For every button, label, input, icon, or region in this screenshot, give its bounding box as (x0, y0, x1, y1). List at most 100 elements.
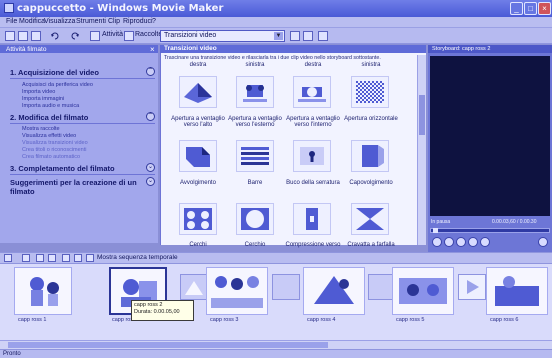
transition-label: Apertura orizzontale (344, 116, 398, 122)
chevron-up-icon[interactable]: ⌃ (146, 67, 155, 76)
split-clip-icon[interactable] (538, 237, 548, 247)
menu-riproduci[interactable]: Riproduci (123, 18, 153, 25)
task-link-import-images[interactable]: Importa immagini (22, 96, 64, 102)
transition-thumbnail[interactable] (351, 203, 389, 235)
chevron-down-icon[interactable]: ▼ (274, 32, 283, 40)
section-tips-title[interactable]: Suggerimenti per la creazione di un film… (10, 178, 158, 196)
next-frame-icon[interactable] (468, 237, 478, 247)
menu-help[interactable]: ? (152, 18, 156, 25)
collections-button[interactable]: Raccolte (135, 31, 162, 41)
toolbar: Attività Raccolte Transizioni video ▼ (0, 28, 552, 44)
content-scrollbar[interactable] (417, 55, 426, 245)
clip-tooltip: capp ross 2 Durata: 0.00.05,00 (131, 300, 194, 321)
storyboard-scrollbar[interactable] (0, 340, 552, 349)
section-capture-title[interactable]: 1. Acquisizione del video (10, 68, 99, 77)
fullscreen-icon[interactable] (480, 237, 490, 247)
redo-icon[interactable] (70, 31, 80, 41)
playback-time: 0.00.03,60 / 0.00.30 (492, 219, 537, 225)
task-link-video-transitions[interactable]: Visualizza transizioni video (22, 140, 88, 146)
storyboard-clip[interactable] (392, 267, 454, 315)
transition-thumbnail[interactable] (179, 140, 217, 172)
maximize-button[interactable]: □ (524, 2, 537, 15)
scrollbar-thumb[interactable] (8, 342, 328, 348)
storyboard-clip[interactable] (303, 267, 365, 315)
transition-thumbnail[interactable] (293, 203, 331, 235)
collection-select[interactable]: Transizioni video ▼ (160, 30, 285, 42)
previous-frame-icon[interactable] (456, 237, 466, 247)
transition-thumbnail[interactable] (179, 203, 217, 235)
clip-label: capp ross 6 (490, 317, 519, 323)
transition-thumbnail[interactable] (236, 140, 274, 172)
collections-icon[interactable] (124, 31, 134, 41)
menu-clip[interactable]: Clip (108, 18, 120, 25)
chevron-up-icon[interactable]: ⌃ (146, 112, 155, 121)
storyboard-clip[interactable] (206, 267, 268, 315)
transition-thumbnail[interactable] (179, 76, 217, 108)
seek-handle[interactable] (433, 228, 438, 233)
task-link-video-effects[interactable]: Visualizza effetti video (22, 133, 76, 139)
timeline-icon[interactable] (86, 254, 94, 262)
task-link-titles[interactable]: Crea titoli o riconoscimenti (22, 147, 87, 153)
new-folder-icon[interactable] (303, 31, 313, 41)
transition-thumbnail[interactable] (293, 140, 331, 172)
storyboard-icon[interactable] (4, 254, 12, 262)
clip-label: capp ross 3 (210, 317, 239, 323)
transition-thumbnail[interactable] (351, 76, 389, 108)
audio-icon[interactable] (22, 254, 30, 262)
task-link-show-collections[interactable]: Mostra raccolte (22, 126, 60, 132)
section-finish-title[interactable]: 3. Completamento del filmato (10, 164, 115, 173)
title-bar: cappuccetto - Windows Movie Maker _ □ × (0, 0, 552, 17)
storyboard-clip[interactable] (14, 267, 72, 315)
task-link-capture-device[interactable]: Acquisisci da periferica video (22, 82, 93, 88)
section-edit-title[interactable]: 2. Modifica del filmato (10, 113, 88, 122)
monitor-header: Storyboard: capp ross 2 (428, 45, 552, 53)
transition-thumbnail[interactable] (236, 76, 274, 108)
minimize-button[interactable]: _ (510, 2, 523, 15)
transition-thumbnail[interactable] (293, 76, 331, 108)
task-link-automovie[interactable]: Crea filmato automatico (22, 154, 80, 160)
tooltip-duration: Durata: 0.00.05,00 (134, 308, 180, 315)
status-text: Pronto (3, 351, 21, 357)
show-timeline-button[interactable]: Mostra sequenza temporale (97, 254, 178, 261)
save-icon[interactable] (31, 31, 41, 41)
storyboard-transition[interactable] (180, 274, 208, 300)
play-timeline-icon[interactable] (74, 254, 82, 262)
window-title: cappuccetto - Windows Movie Maker (17, 3, 224, 14)
rewind-icon[interactable] (62, 254, 70, 262)
open-icon[interactable] (18, 31, 28, 41)
clip-label: capp ross 4 (307, 317, 336, 323)
chevron-down-icon[interactable]: ⌄ (146, 163, 155, 172)
menu-file[interactable]: File (6, 18, 17, 25)
storyboard-transition[interactable] (458, 274, 486, 300)
clip-label: capp ross 5 (396, 317, 425, 323)
row-label: sinistra (361, 62, 381, 68)
tasks-icon[interactable] (90, 31, 100, 41)
play-icon[interactable] (432, 237, 442, 247)
close-button[interactable]: × (538, 2, 551, 15)
transition-label: Capovolgimento (349, 180, 393, 186)
scrollbar-thumb[interactable] (419, 95, 425, 135)
menu-visualizza[interactable]: Visualizza (44, 18, 75, 25)
taskpane-title: Attività filmato (6, 46, 47, 53)
zoom-in-icon[interactable] (36, 254, 44, 262)
new-icon[interactable] (5, 31, 15, 41)
tasks-button[interactable]: Attività (102, 31, 123, 41)
menu-modifica[interactable]: Modifica (19, 18, 45, 25)
playback-status: In pausa (431, 219, 451, 225)
storyboard-clip[interactable] (486, 267, 548, 315)
task-link-import-audio[interactable]: Importa audio e musica (22, 103, 79, 109)
undo-icon[interactable] (50, 31, 60, 41)
clip-label: capp ross 1 (18, 317, 47, 323)
task-link-import-video[interactable]: Importa video (22, 89, 55, 95)
storyboard-transition[interactable] (272, 274, 300, 300)
transition-thumbnail[interactable] (351, 140, 389, 172)
up-folder-icon[interactable] (290, 31, 300, 41)
views-icon[interactable] (318, 31, 328, 41)
task-pane: 1. Acquisizione del video ⌃ Acquisisci d… (0, 53, 158, 243)
seek-bar[interactable] (430, 228, 550, 233)
stop-icon[interactable] (444, 237, 454, 247)
zoom-out-icon[interactable] (48, 254, 56, 262)
menu-strumenti[interactable]: Strumenti (76, 18, 106, 25)
transition-thumbnail[interactable] (236, 203, 274, 235)
chevron-down-icon[interactable]: ⌄ (146, 177, 155, 186)
